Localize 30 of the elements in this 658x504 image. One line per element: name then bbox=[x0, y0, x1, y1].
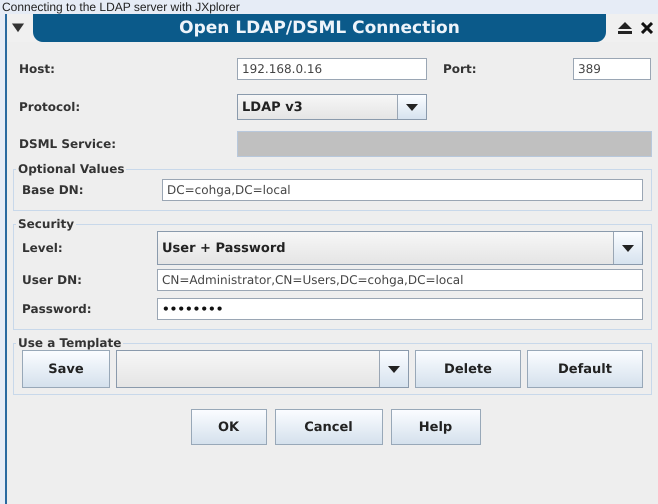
level-label: Level: bbox=[22, 241, 64, 255]
section-title: Optional Values bbox=[17, 162, 126, 176]
dialog-button[interactable]: Help bbox=[390, 409, 480, 445]
base-dn-label: Base DN: bbox=[22, 183, 85, 197]
window-title: Open LDAP/DSML Connection bbox=[33, 14, 606, 42]
password-field[interactable]: •••••••• bbox=[157, 298, 643, 320]
section-title: Security bbox=[17, 217, 76, 231]
user-dn-label: User DN: bbox=[22, 273, 83, 287]
level-dropdown[interactable]: User + Password bbox=[157, 231, 643, 265]
section-title: Use a Template bbox=[17, 336, 122, 350]
caption: Connecting to the LDAP server with JXplorer bbox=[1, 0, 241, 14]
default-button[interactable]: Default bbox=[527, 350, 643, 388]
host-field[interactable]: 192.168.0.16 bbox=[237, 58, 427, 80]
save-button[interactable]: Save bbox=[22, 350, 110, 388]
dropdown-arrow-icon bbox=[388, 366, 400, 372]
delete-button[interactable]: Delete bbox=[415, 350, 521, 388]
user-dn-field[interactable]: CN=Administrator,CN=Users,DC=cohga,DC=local bbox=[157, 269, 643, 291]
dsml-service-label: DSML Service: bbox=[19, 137, 118, 151]
dialog-button[interactable]: Cancel bbox=[274, 409, 382, 445]
protocol-label: Protocol: bbox=[19, 100, 82, 114]
template-dropdown[interactable] bbox=[116, 350, 409, 388]
base-dn-field[interactable]: DC=cohga,DC=local bbox=[162, 179, 643, 201]
dialog-button[interactable]: OK bbox=[190, 409, 266, 445]
password-label: Password: bbox=[22, 302, 92, 316]
dropdown-arrow-icon bbox=[406, 104, 418, 110]
dropdown-arrow-icon bbox=[622, 244, 634, 252]
protocol-dropdown[interactable]: LDAP v3 bbox=[237, 94, 427, 120]
port-field[interactable]: 389 bbox=[573, 58, 651, 80]
port-label: Port: bbox=[443, 62, 478, 76]
host-label: Host: bbox=[19, 62, 56, 76]
